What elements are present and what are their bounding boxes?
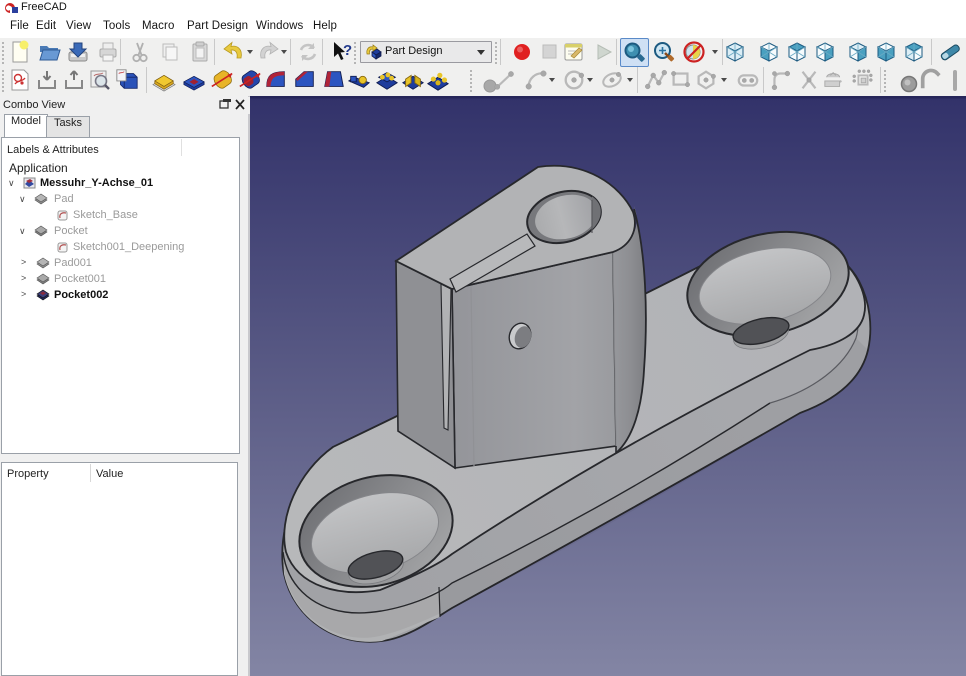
svg-text:?: ? (343, 42, 352, 59)
